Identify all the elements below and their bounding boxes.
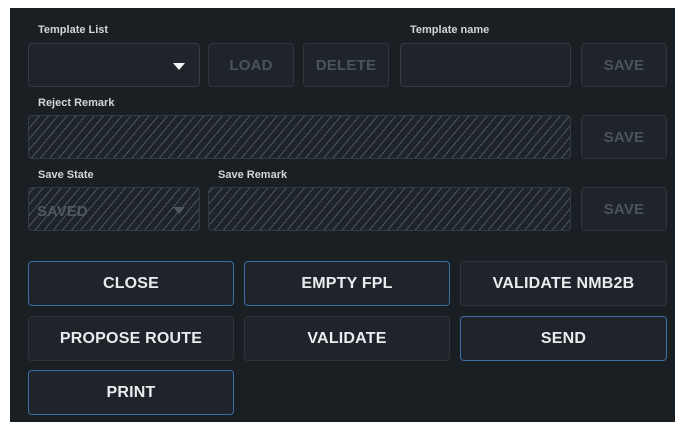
validate-nmb2b-button[interactable]: VALIDATE NMB2B bbox=[460, 261, 667, 306]
template-save-button[interactable]: SAVE bbox=[581, 43, 667, 87]
reject-remark-input bbox=[28, 115, 571, 159]
reject-remark-label: Reject Remark bbox=[38, 97, 115, 109]
chevron-down-icon bbox=[173, 207, 185, 214]
template-name-label: Template name bbox=[410, 24, 490, 36]
template-name-input[interactable] bbox=[400, 43, 571, 87]
reject-save-button[interactable]: SAVE bbox=[581, 115, 667, 159]
save-remark-save-button[interactable]: SAVE bbox=[581, 187, 667, 231]
save-state-label: Save State bbox=[38, 169, 94, 181]
delete-button[interactable]: DELETE bbox=[303, 43, 389, 87]
chevron-down-icon[interactable] bbox=[173, 63, 185, 70]
save-state-select: SAVED bbox=[28, 187, 200, 231]
load-button[interactable]: LOAD bbox=[208, 43, 294, 87]
save-remark-label: Save Remark bbox=[218, 169, 288, 181]
close-button[interactable]: CLOSE bbox=[28, 261, 234, 306]
save-state-value: SAVED bbox=[37, 203, 88, 220]
print-button[interactable]: PRINT bbox=[28, 370, 234, 415]
empty-fpl-button[interactable]: EMPTY FPL bbox=[244, 261, 450, 306]
send-button[interactable]: SEND bbox=[460, 316, 667, 361]
template-list-select[interactable] bbox=[28, 43, 200, 87]
template-list-label: Template List bbox=[38, 24, 109, 36]
validate-button[interactable]: VALIDATE bbox=[244, 316, 450, 361]
propose-route-button[interactable]: PROPOSE ROUTE bbox=[28, 316, 234, 361]
save-remark-input bbox=[208, 187, 571, 231]
flight-plan-actions-panel: Template List LOAD DELETE Template name … bbox=[10, 8, 675, 422]
